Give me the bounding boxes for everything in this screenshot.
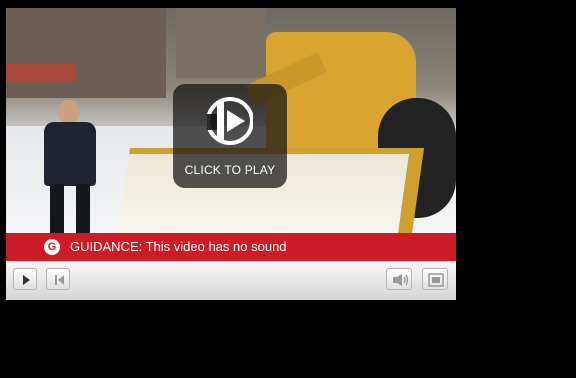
fullscreen-button[interactable] — [422, 268, 448, 290]
video-frame[interactable]: CLICK TO PLAY — [6, 8, 456, 236]
background-building — [6, 8, 166, 98]
skip-back-icon — [55, 275, 64, 285]
person-torso — [44, 122, 96, 186]
play-button[interactable] — [13, 268, 37, 290]
guidance-badge-icon: G — [44, 239, 60, 255]
guidance-banner: G GUIDANCE: This video has no sound — [6, 233, 456, 261]
control-bar — [6, 261, 456, 300]
person-legs — [50, 184, 90, 236]
skip-back-button[interactable] — [46, 268, 70, 290]
click-to-play-button[interactable]: CLICK TO PLAY — [173, 84, 287, 188]
background-building — [176, 8, 266, 78]
guidance-text: GUIDANCE: This video has no sound — [70, 239, 287, 254]
person-figure — [36, 100, 110, 236]
fullscreen-icon — [428, 273, 444, 287]
person-head — [58, 100, 80, 124]
video-player: CLICK TO PLAY G GUIDANCE: This video has… — [6, 8, 456, 300]
play-icon — [23, 275, 30, 285]
click-to-play-label: CLICK TO PLAY — [184, 163, 276, 177]
volume-icon — [393, 274, 409, 286]
volume-button[interactable] — [386, 268, 412, 290]
background-sign — [6, 64, 76, 82]
big-play-icon — [207, 97, 253, 145]
